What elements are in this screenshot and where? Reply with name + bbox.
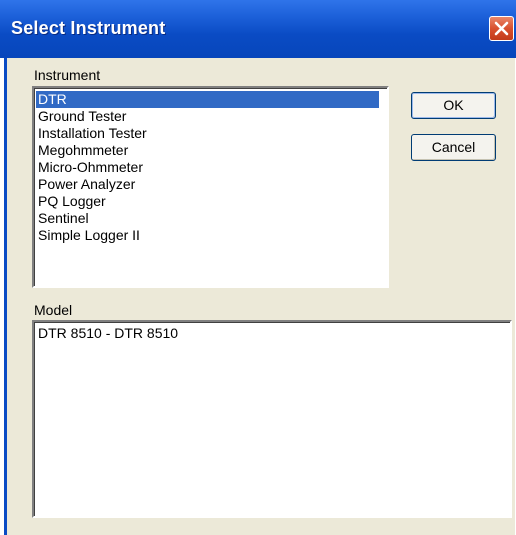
list-item-power-analyzer[interactable]: Power Analyzer — [36, 176, 135, 193]
list-item-dtr[interactable]: DTR — [36, 91, 379, 108]
instrument-label: Instrument — [34, 67, 101, 83]
list-item-sentinel[interactable]: Sentinel — [36, 210, 89, 227]
list-item-pq-logger[interactable]: PQ Logger — [36, 193, 106, 210]
close-icon — [494, 21, 509, 36]
list-item-model-dtr-8510[interactable]: DTR 8510 - DTR 8510 — [36, 325, 178, 342]
title-bar[interactable]: Select Instrument — [0, 0, 516, 58]
dialog-body: Instrument DTR Ground Tester Installatio… — [4, 58, 515, 535]
list-item-simple-logger-ii[interactable]: Simple Logger II — [36, 227, 140, 244]
list-item-ground-tester[interactable]: Ground Tester — [36, 108, 126, 125]
list-item-megohmmeter[interactable]: Megohmmeter — [36, 142, 128, 159]
dialog-title: Select Instrument — [11, 18, 166, 38]
list-item-installation-tester[interactable]: Installation Tester — [36, 125, 147, 142]
cancel-button[interactable]: Cancel — [411, 134, 496, 161]
instrument-listbox[interactable]: DTR Ground Tester Installation Tester Me… — [32, 86, 389, 288]
model-listbox[interactable]: DTR 8510 - DTR 8510 — [32, 320, 512, 518]
close-button[interactable] — [489, 16, 514, 41]
ok-button[interactable]: OK — [411, 92, 496, 119]
select-instrument-dialog: Select Instrument Instrument DTR Ground … — [0, 0, 516, 535]
list-item-micro-ohmmeter[interactable]: Micro-Ohmmeter — [36, 159, 143, 176]
model-label: Model — [34, 302, 73, 318]
